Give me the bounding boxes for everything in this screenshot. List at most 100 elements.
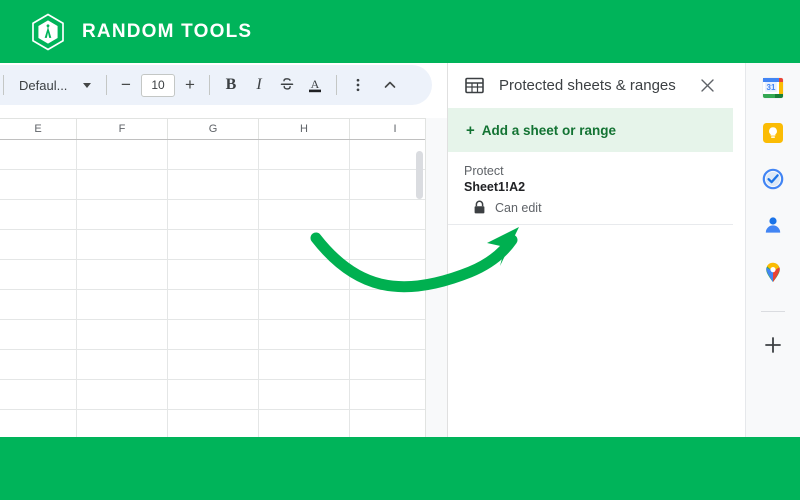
grid-row[interactable] xyxy=(0,410,447,437)
protect-range: Sheet1!A2 xyxy=(464,180,526,194)
rail-item-google-calendar[interactable]: 31 xyxy=(762,77,784,99)
grid-row[interactable] xyxy=(0,170,447,200)
grid-cell[interactable] xyxy=(168,380,259,409)
rail-item-google-keep[interactable] xyxy=(762,122,784,144)
grid-cell[interactable] xyxy=(168,320,259,349)
grid-cell[interactable] xyxy=(259,200,350,229)
panel-title: Protected sheets & ranges xyxy=(499,77,676,94)
grid-right-gutter xyxy=(425,118,447,437)
chevron-up-icon xyxy=(384,81,396,88)
svg-text:31: 31 xyxy=(767,83,776,92)
close-panel-button[interactable] xyxy=(695,74,719,98)
grid-cell[interactable] xyxy=(0,230,77,259)
grid-cell[interactable] xyxy=(77,350,168,379)
grid-cell[interactable] xyxy=(259,380,350,409)
increase-font-size-button[interactable]: + xyxy=(178,73,202,97)
font-size-input[interactable]: 10 xyxy=(141,73,175,97)
screenshot-root: RANDOM TOOLS Defaul... − 10 + B I A E F … xyxy=(0,0,800,500)
column-header-e[interactable]: E xyxy=(0,119,77,139)
spreadsheet-toolbar: Defaul... − 10 + B I A xyxy=(0,65,432,105)
bold-button[interactable]: B xyxy=(217,71,245,99)
protected-range-item[interactable]: Protect Sheet1!A2 Can edit xyxy=(448,152,733,225)
rail-add-button[interactable] xyxy=(762,334,784,356)
grid-cell[interactable] xyxy=(77,290,168,319)
grid-cell[interactable] xyxy=(259,260,350,289)
protected-ranges-panel: Protected sheets & ranges + Add a sheet … xyxy=(447,63,733,437)
google-contacts-icon xyxy=(765,217,781,233)
grid-cell[interactable] xyxy=(0,350,77,379)
grid-cell[interactable] xyxy=(168,140,259,169)
grid-cell[interactable] xyxy=(0,140,77,169)
column-header-f[interactable]: F xyxy=(77,119,168,139)
grid-row[interactable] xyxy=(0,380,447,410)
more-options-button[interactable] xyxy=(344,71,372,99)
hexagon-compass-logo-icon xyxy=(32,13,64,50)
grid-cell[interactable] xyxy=(259,290,350,319)
grid-cell[interactable] xyxy=(77,380,168,409)
grid-cell[interactable] xyxy=(77,170,168,199)
column-header-g[interactable]: G xyxy=(168,119,259,139)
close-icon xyxy=(700,79,714,92)
grid-cell[interactable] xyxy=(0,200,77,229)
grid-cell[interactable] xyxy=(168,260,259,289)
grid-cell[interactable] xyxy=(259,320,350,349)
rail-item-google-tasks[interactable] xyxy=(762,168,784,190)
bottom-brand-bar xyxy=(0,437,800,500)
grid-row[interactable] xyxy=(0,260,447,290)
text-color-icon: A xyxy=(309,77,321,93)
grid-cell[interactable] xyxy=(77,410,168,437)
grid-cell[interactable] xyxy=(259,410,350,437)
google-keep-icon xyxy=(763,123,783,143)
rail-item-google-contacts[interactable] xyxy=(762,214,784,236)
grid-cell[interactable] xyxy=(259,350,350,379)
column-header-h[interactable]: H xyxy=(259,119,350,139)
text-color-button[interactable]: A xyxy=(301,71,329,99)
column-headers: EFGHI xyxy=(0,118,447,140)
add-sheet-or-range-button[interactable]: + Add a sheet or range xyxy=(448,108,733,152)
grid-cell[interactable] xyxy=(259,230,350,259)
grid-cell[interactable] xyxy=(0,290,77,319)
rail-divider xyxy=(761,311,785,312)
grid-cell[interactable] xyxy=(168,350,259,379)
decrease-font-size-button[interactable]: − xyxy=(114,73,138,97)
grid-cell[interactable] xyxy=(0,170,77,199)
grid-cell[interactable] xyxy=(0,320,77,349)
google-calendar-icon: 31 xyxy=(762,77,784,99)
brand-header: RANDOM TOOLS xyxy=(0,0,800,63)
strikethrough-icon xyxy=(280,78,294,90)
grid-cell[interactable] xyxy=(77,140,168,169)
panel-header: Protected sheets & ranges xyxy=(448,63,733,108)
protect-permission: Can edit xyxy=(473,200,717,215)
grid-cell[interactable] xyxy=(77,320,168,349)
grid-cell[interactable] xyxy=(77,200,168,229)
grid-cell[interactable] xyxy=(77,260,168,289)
grid-cell[interactable] xyxy=(259,170,350,199)
spreadsheet-grid[interactable] xyxy=(0,140,447,437)
grid-cell[interactable] xyxy=(259,140,350,169)
grid-row[interactable] xyxy=(0,140,447,170)
vertical-scrollbar[interactable] xyxy=(416,151,423,199)
plus-icon: + xyxy=(466,121,475,139)
grid-row[interactable] xyxy=(0,290,447,320)
grid-cell[interactable] xyxy=(0,260,77,289)
grid-row[interactable] xyxy=(0,230,447,260)
more-vertical-icon xyxy=(356,78,360,92)
grid-cell[interactable] xyxy=(168,170,259,199)
grid-cell[interactable] xyxy=(168,410,259,437)
toolbar-divider xyxy=(336,75,337,95)
grid-cell[interactable] xyxy=(0,380,77,409)
grid-row[interactable] xyxy=(0,200,447,230)
font-family-selector[interactable]: Defaul... xyxy=(11,70,99,100)
collapse-toolbar-button[interactable] xyxy=(376,71,404,99)
grid-cell[interactable] xyxy=(168,230,259,259)
side-app-rail: 31 xyxy=(745,63,800,437)
grid-cell[interactable] xyxy=(77,230,168,259)
strikethrough-button[interactable] xyxy=(273,71,301,99)
grid-cell[interactable] xyxy=(168,200,259,229)
grid-row[interactable] xyxy=(0,350,447,380)
grid-cell[interactable] xyxy=(168,290,259,319)
grid-cell[interactable] xyxy=(0,410,77,437)
grid-row[interactable] xyxy=(0,320,447,350)
rail-item-google-maps[interactable] xyxy=(762,261,784,283)
italic-button[interactable]: I xyxy=(245,71,273,99)
